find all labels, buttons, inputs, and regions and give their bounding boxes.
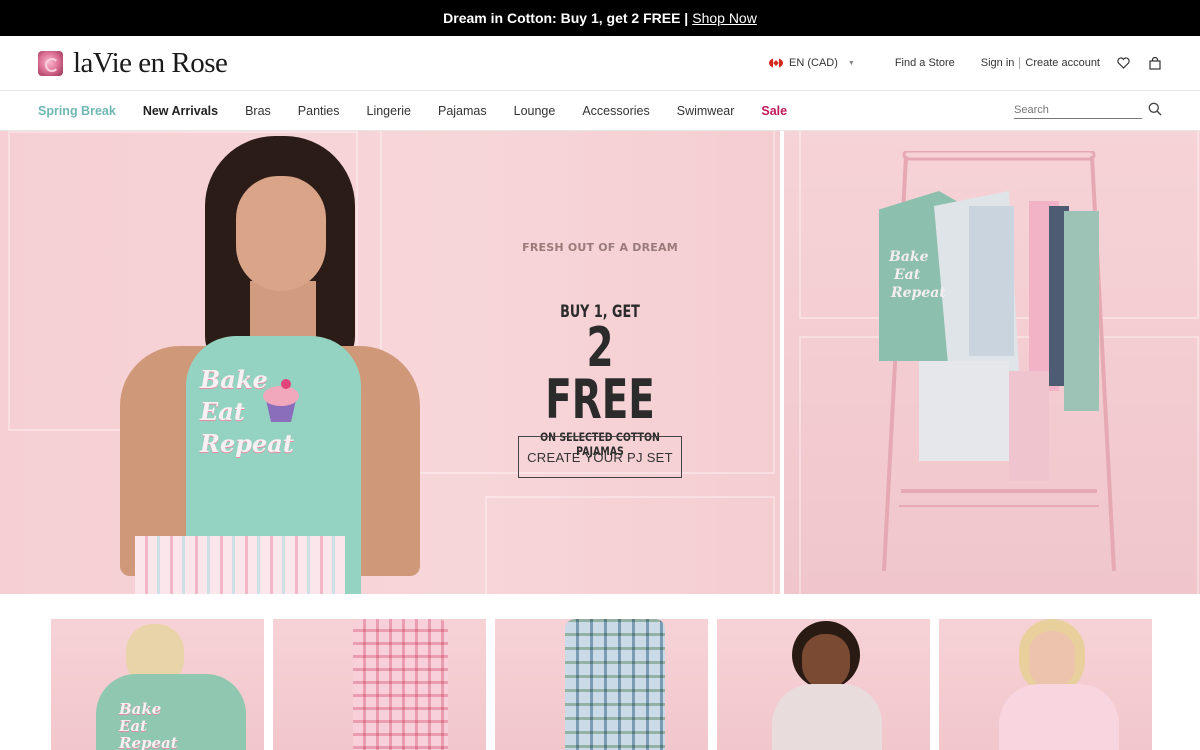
promo-bar: Dream in Cotton: Buy 1, get 2 FREE | Sho… [0, 0, 1200, 36]
nav-item-accessories[interactable]: Accessories [582, 104, 649, 118]
search-icon[interactable] [1148, 102, 1162, 119]
nav-item-bras[interactable]: Bras [245, 104, 271, 118]
nav-item-sale[interactable]: Sale [761, 104, 787, 118]
product-card[interactable] [273, 619, 486, 750]
hero-banner[interactable]: Bake Eat Repeat FRESH OUT OF A DREAM BUY… [0, 131, 1200, 594]
nav-item-lounge[interactable]: Lounge [514, 104, 556, 118]
product-card[interactable] [495, 619, 708, 750]
hero-free-text: 2 FREE [545, 316, 655, 431]
svg-text:Repeat: Repeat [890, 285, 946, 301]
main-nav: Spring Break New Arrivals Bras Panties L… [0, 91, 1200, 131]
canada-flag-icon [769, 58, 783, 68]
nav-item-pajamas[interactable]: Pajamas [438, 104, 487, 118]
product-card[interactable]: Bake Eat Repeat [51, 619, 264, 750]
logo[interactable]: laVie en Rose [38, 46, 228, 80]
create-pj-set-button[interactable]: CREATE YOUR PJ SET [518, 436, 682, 478]
divider [1019, 57, 1021, 69]
nav-item-swimwear[interactable]: Swimwear [677, 104, 735, 118]
rose-logo-icon [38, 50, 63, 76]
search-input[interactable] [1014, 102, 1142, 119]
brand-name: laVie en Rose [73, 46, 228, 79]
plaid-pajama-pants [135, 536, 345, 594]
product-card[interactable] [939, 619, 1152, 750]
nav-item-panties[interactable]: Panties [298, 104, 340, 118]
nav-item-spring-break[interactable]: Spring Break [38, 104, 116, 118]
find-store-link[interactable]: Find a Store [895, 57, 955, 69]
language-label: EN (CAD) [789, 57, 838, 69]
nav-item-new-arrivals[interactable]: New Arrivals [143, 104, 218, 118]
product-grid: Bake Eat Repeat [0, 594, 1200, 750]
clothing-rack-icon: Bake Eat Repeat [879, 151, 1116, 571]
nav-item-lingerie[interactable]: Lingerie [367, 104, 411, 118]
site-header: laVie en Rose EN (CAD) ▼ Find a Store Si… [0, 36, 1200, 91]
shopping-bag-icon[interactable] [1148, 56, 1162, 70]
promo-text: Dream in Cotton: Buy 1, get 2 FREE | [443, 10, 689, 26]
language-selector[interactable]: EN (CAD) ▼ [769, 57, 855, 69]
create-account-link[interactable]: Create account [1025, 57, 1100, 69]
hero-kicker: FRESH OUT OF A DREAM [522, 241, 678, 254]
svg-text:Eat: Eat [893, 267, 921, 283]
svg-text:Bake: Bake [888, 249, 929, 265]
product-card[interactable] [717, 619, 930, 750]
search-bar [1014, 102, 1162, 119]
heart-icon[interactable] [1116, 56, 1130, 70]
shop-now-link[interactable]: Shop Now [692, 10, 757, 26]
hero-copy: FRESH OUT OF A DREAM BUY 1, GET 2 FREE O… [500, 241, 700, 458]
hero-image-rack: Bake Eat Repeat [784, 131, 1200, 594]
cupcake-icon [263, 379, 299, 422]
hero-image-model: Bake Eat Repeat FRESH OUT OF A DREAM BUY… [0, 131, 780, 594]
sign-in-link[interactable]: Sign in [981, 57, 1015, 69]
chevron-down-icon: ▼ [847, 59, 855, 67]
